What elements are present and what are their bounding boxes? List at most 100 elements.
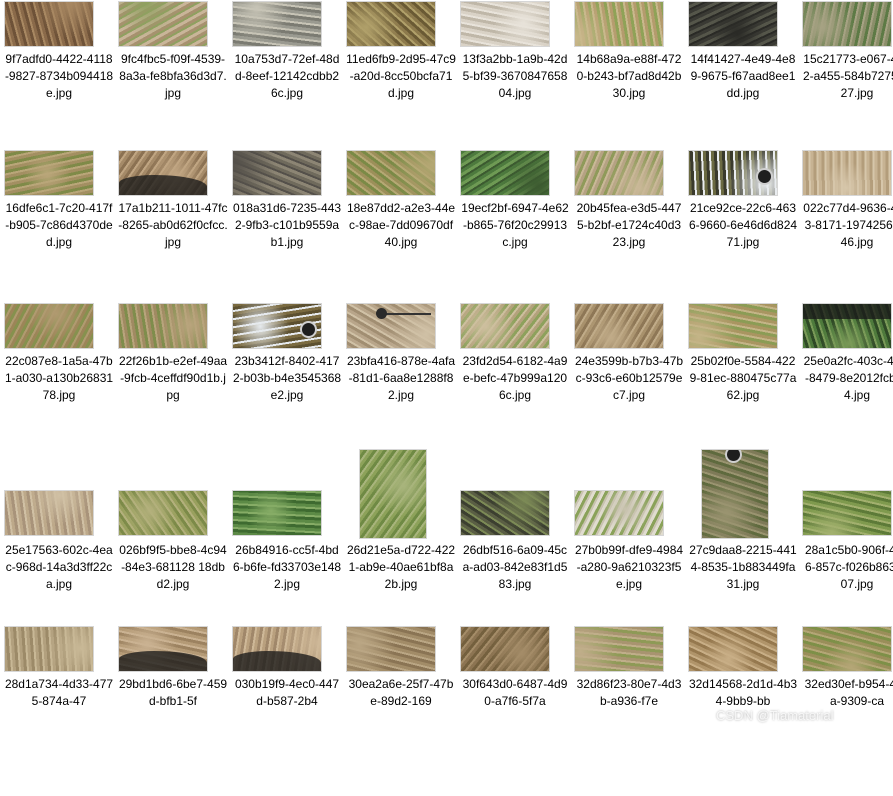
thumbnail-image — [118, 303, 208, 349]
file-item[interactable]: 9f7adfd0-4422-4118-9827-8734b094418e.jpg — [2, 1, 116, 171]
thumbnail-image — [4, 150, 94, 196]
file-name-label: 022c77d4-9636-4213-8171-1974256a9f46.jpg — [803, 201, 893, 249]
file-item[interactable]: 29bd1bd6-6be7-459d-bfb1-5f — [116, 626, 230, 796]
thumbnail-area — [344, 449, 458, 540]
file-name-label: 22c087e8-1a5a-47b1-a030-a130b2683178.jpg — [4, 354, 114, 402]
file-item[interactable]: 20b45fea-e3d5-4475-b2bf-e1724c40d323.jpg — [572, 150, 686, 320]
thumbnail-image — [802, 1, 892, 47]
thumbnail-image — [346, 303, 436, 349]
thumbnail-area — [686, 449, 800, 540]
thumbnail-image — [232, 626, 322, 672]
thumbnail-image — [232, 1, 322, 47]
file-item[interactable]: 32d86f23-80e7-4d3b-a936-f7e — [572, 626, 686, 796]
file-item[interactable]: 21ce92ce-22c6-4636-9660-6e46d6d82471.jpg — [686, 150, 800, 320]
file-item[interactable]: 27c9daa8-2215-4414-8535-1b883449fa31.jpg — [686, 449, 800, 620]
file-name-label: 13f3a2bb-1a9b-42d5-bf39-367084765804.jpg — [462, 52, 568, 100]
pole-icon — [376, 307, 431, 319]
thumbnail-image — [346, 1, 436, 47]
file-name-label: 32ed30ef-b954-465a-9309-ca — [804, 677, 893, 708]
thumbnail-image — [4, 1, 94, 47]
file-item[interactable]: 26d21e5a-d722-4221-ab9e-40ae61bf8a2b.jpg — [344, 449, 458, 620]
file-item[interactable]: 030b19f9-4ec0-447d-b587-2b4 — [230, 626, 344, 796]
thumbnail-image — [460, 150, 550, 196]
thumbnail-image — [4, 626, 94, 672]
file-name-label: 32d86f23-80e7-4d3b-a936-f7e — [576, 677, 682, 708]
thumbnail-image — [118, 626, 208, 672]
file-item[interactable]: 25e17563-602c-4eac-968d-14a3d3ff22ca.jpg — [2, 450, 116, 620]
shadow-overlay — [119, 175, 207, 195]
file-name-label: 030b19f9-4ec0-447d-b587-2b4 — [234, 677, 340, 708]
file-item[interactable]: 9fc4fbc5-f09f-4539-8a3a-fe8bfa36d3d7.jpg — [116, 1, 230, 171]
file-item[interactable]: 10a753d7-72ef-48dd-8eef-12142cdbb26c.jpg — [230, 1, 344, 171]
thumbnail-image — [346, 626, 436, 672]
thumbnail-image — [802, 303, 892, 349]
file-item[interactable]: 026bf9f5-bbe8-4c94-84e3-681128 18dbd2.jp… — [116, 450, 230, 620]
thumbnail-image — [4, 303, 94, 349]
file-name-label: 21ce92ce-22c6-4636-9660-6e46d6d82471.jpg — [688, 201, 798, 249]
thumbnail-image — [688, 303, 778, 349]
file-item[interactable]: 22c087e8-1a5a-47b1-a030-a130b2683178.jpg — [2, 303, 116, 473]
file-item[interactable]: 13f3a2bb-1a9b-42d5-bf39-367084765804.jpg — [458, 1, 572, 171]
thumbnail-image — [359, 449, 427, 539]
thumbnail-image — [802, 490, 892, 536]
thumbnail-image — [574, 150, 664, 196]
file-name-label: 018a31d6-7235-4432-9fb3-c101b9559ab1.jpg — [232, 201, 342, 249]
file-item[interactable]: 16dfe6c1-7c20-417f-b905-7c86d4370ded.jpg — [2, 150, 116, 320]
thumbnail-image — [460, 626, 550, 672]
file-name-label: 19ecf2bf-6947-4e62-b865-76f20c29913c.jpg — [461, 201, 569, 249]
thumbnail-image — [346, 150, 436, 196]
file-item[interactable]: 23b3412f-8402-4172-b03b-b4e3545368e2.jpg — [230, 303, 344, 473]
file-item[interactable]: 14f41427-4e49-4e89-9675-f67aad8ee1dd.jpg — [686, 1, 800, 171]
file-item[interactable]: 30f643d0-6487-4d90-a7f6-5f7a — [458, 626, 572, 796]
file-name-label: 32d14568-2d1d-4b34-9bb9-bb — [688, 677, 798, 708]
thumbnail-image — [688, 150, 778, 196]
file-name-label: 28a1c5b0-906f-4996-857c-f026b863ee07.jpg — [804, 543, 893, 591]
thumbnail-area — [2, 450, 116, 540]
file-name-label: 24e3599b-b7b3-47bc-93c6-e60b12579ec7.jpg — [574, 354, 684, 402]
file-item[interactable]: 018a31d6-7235-4432-9fb3-c101b9559ab1.jpg — [230, 150, 344, 320]
file-item[interactable]: 26b84916-cc5f-4bd6-b6fe-fd33703e1482.jpg — [230, 450, 344, 620]
file-item[interactable]: 28a1c5b0-906f-4996-857c-f026b863ee07.jpg — [800, 450, 893, 620]
file-item[interactable]: 022c77d4-9636-4213-8171-1974256a9f46.jpg — [800, 150, 893, 320]
file-item[interactable]: 15c21773-e067-44d2-a455-584b7275d827.jpg — [800, 1, 893, 171]
file-item[interactable]: 25b02f0e-5584-4229-81ec-880475c77a62.jpg — [686, 303, 800, 473]
file-item[interactable]: 24e3599b-b7b3-47bc-93c6-e60b12579ec7.jpg — [572, 303, 686, 473]
file-name-label: 26b84916-cc5f-4bd6-b6fe-fd33703e1482.jpg — [232, 543, 342, 591]
file-name-label: 22f26b1b-e2ef-49aa-9fcb-4ceffdf90d1b.jpg — [118, 354, 228, 402]
shadow-overlay — [119, 651, 207, 671]
file-item[interactable]: 14b68a9a-e88f-4720-b243-bf7ad8d42b30.jpg — [572, 1, 686, 171]
file-name-label: 15c21773-e067-44d2-a455-584b7275d827.jpg — [802, 52, 893, 100]
file-item[interactable]: 22f26b1b-e2ef-49aa-9fcb-4ceffdf90d1b.jpg — [116, 303, 230, 473]
file-item[interactable]: 25e0a2fc-403c-46f4-8479-8e2012fcb404.jpg — [800, 303, 893, 473]
file-item[interactable]: 19ecf2bf-6947-4e62-b865-76f20c29913c.jpg — [458, 150, 572, 320]
thumbnail-image — [688, 626, 778, 672]
thumbnail-image — [118, 150, 208, 196]
file-name-label: 30ea2a6e-25f7-47be-89d2-169 — [348, 677, 454, 708]
thumbnail-image — [688, 1, 778, 47]
file-item[interactable]: 17a1b211-1011-47fc-8265-ab0d62f0cfcc.jpg — [116, 150, 230, 320]
watermark: CSDN @Tiamaterial — [716, 708, 834, 723]
file-name-label: 9fc4fbc5-f09f-4539-8a3a-fe8bfa36d3d7.jpg — [119, 52, 227, 100]
file-name-label: 20b45fea-e3d5-4475-b2bf-e1724c40d323.jpg — [576, 201, 682, 249]
file-item[interactable]: 18e87dd2-a2e3-44ec-98ae-7dd09670df40.jpg — [344, 150, 458, 320]
file-name-label: 30f643d0-6487-4d90-a7f6-5f7a — [462, 677, 568, 708]
thumbnail-image — [232, 303, 322, 349]
file-item[interactable]: 30ea2a6e-25f7-47be-89d2-169 — [344, 626, 458, 796]
file-item[interactable]: 27b0b99f-dfe9-4984-a280-9a6210323f5e.jpg — [572, 450, 686, 620]
file-name-label: 25e0a2fc-403c-46f4-8479-8e2012fcb404.jpg — [803, 354, 893, 402]
thumbnail-area — [230, 450, 344, 540]
thumbnail-area — [116, 450, 230, 540]
file-name-label: 25b02f0e-5584-4229-81ec-880475c77a62.jpg — [689, 354, 797, 402]
thumbnail-image — [232, 490, 322, 536]
file-item[interactable]: 28d1a734-4d33-4775-874a-47 — [2, 626, 116, 796]
file-item[interactable]: 23bfa416-878e-4afa-81d1-6aa8e1288f82.jpg — [344, 303, 458, 473]
file-name-label: 14f41427-4e49-4e89-9675-f67aad8ee1dd.jpg — [690, 52, 796, 100]
thumbnail-area — [572, 450, 686, 540]
file-item[interactable]: 11ed6fb9-2d95-47c9-a20d-8cc50bcfa71d.jpg — [344, 1, 458, 171]
file-item[interactable]: 26dbf516-6a09-45ca-ad03-842e83f1d583.jpg — [458, 450, 572, 620]
file-name-label: 026bf9f5-bbe8-4c94-84e3-681128 18dbd2.jp… — [119, 543, 227, 591]
thumbnail-image — [118, 490, 208, 536]
file-item[interactable]: 23fd2d54-6182-4a9e-befc-47b999a1206c.jpg — [458, 303, 572, 473]
file-name-label: 10a753d7-72ef-48dd-8eef-12142cdbb26c.jpg — [234, 52, 340, 100]
thumbnail-image — [574, 626, 664, 672]
